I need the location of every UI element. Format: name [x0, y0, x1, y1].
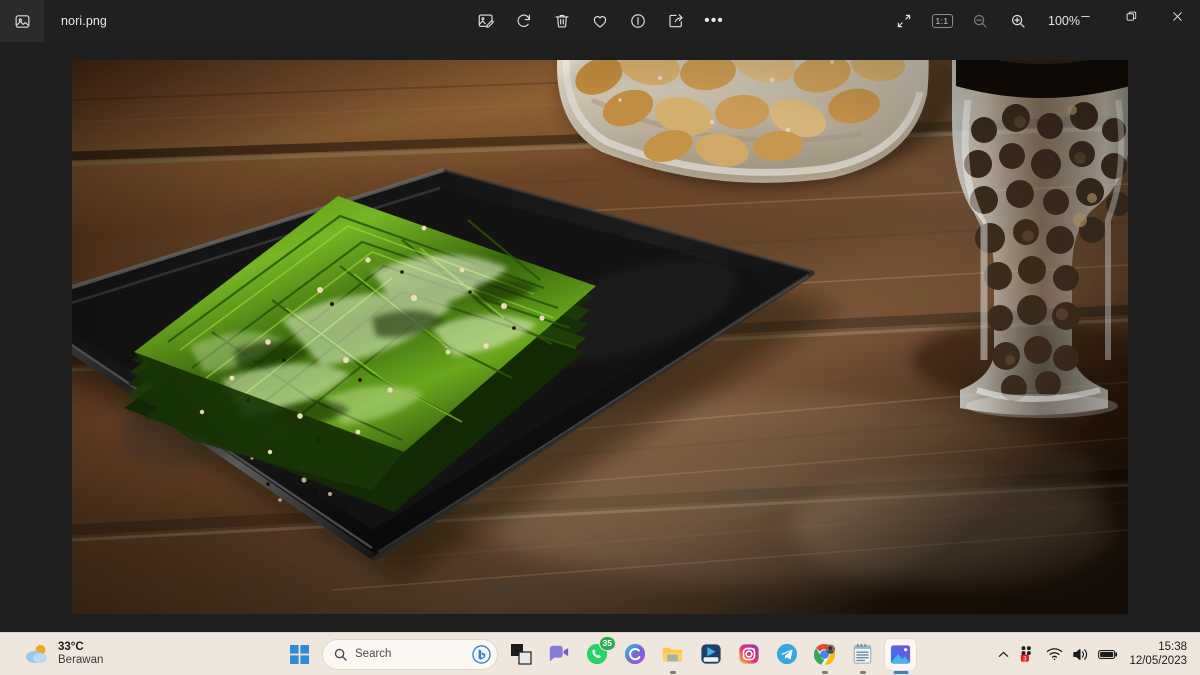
chevron-up-icon: [999, 651, 1009, 657]
favorite-button[interactable]: [582, 5, 618, 37]
sidebar-item-chat[interactable]: [543, 639, 574, 670]
more-options-glyph: •••: [704, 12, 724, 29]
whatsapp-badge: 35: [598, 635, 616, 651]
fullscreen-button[interactable]: [886, 5, 922, 37]
delete-button[interactable]: [544, 5, 580, 37]
search-icon: [334, 648, 347, 661]
copilot-icon: [624, 643, 645, 665]
media-player-icon: [700, 644, 721, 664]
photos-icon: [890, 644, 911, 664]
sidebar-item-movies[interactable]: [695, 639, 726, 670]
window-controls: [1062, 0, 1200, 42]
bing-chat-icon: [472, 644, 491, 664]
actual-size-label: 1:1: [931, 14, 953, 28]
search-input[interactable]: Search: [322, 638, 498, 670]
close-button[interactable]: [1154, 0, 1200, 32]
windows-logo-icon: [290, 644, 309, 664]
image-viewport[interactable]: [0, 42, 1200, 632]
taskbar: 33°C Berawan Search 35 3 15:38 12/05/202…: [0, 632, 1200, 675]
sidebar-item-notepad[interactable]: [847, 639, 878, 670]
dots-grid-icon: 3: [1021, 646, 1032, 662]
photos-app-icon: [0, 0, 44, 42]
instagram-icon: [738, 644, 759, 664]
rotate-button[interactable]: [506, 5, 542, 37]
widgets-icon: [510, 644, 532, 665]
telegram-icon: [776, 643, 797, 665]
wifi-icon[interactable]: [1046, 647, 1063, 661]
battery-icon[interactable]: [1098, 648, 1118, 661]
photos-app-window: nori.png ••• 1:1 100%: [0, 0, 1200, 632]
show-hidden-icons-button[interactable]: [997, 648, 1010, 661]
volume-icon[interactable]: [1072, 647, 1089, 662]
search-placeholder: Search: [355, 648, 392, 660]
sidebar-item-copilot[interactable]: [619, 639, 650, 670]
info-button[interactable]: [620, 5, 656, 37]
folder-icon: [662, 647, 683, 662]
edit-image-button[interactable]: [468, 5, 504, 37]
zoom-out-button[interactable]: [962, 5, 998, 37]
zoom-in-button[interactable]: [1000, 5, 1036, 37]
clock[interactable]: 15:38 12/05/2023: [1129, 640, 1187, 668]
view-tools: 1:1 100%: [886, 0, 1084, 42]
tray-notification-icon[interactable]: 3: [1019, 645, 1037, 663]
photo-image[interactable]: [72, 60, 1128, 614]
chrome-icon: [813, 643, 836, 665]
file-name-title: nori.png: [61, 14, 107, 28]
minimize-button[interactable]: [1062, 0, 1108, 32]
sidebar-item-photos[interactable]: [885, 638, 916, 670]
sidebar-item-chrome[interactable]: [809, 639, 840, 670]
sidebar-item-widgets[interactable]: [505, 639, 536, 670]
share-button[interactable]: [658, 5, 694, 37]
system-tray: 3 15:38 12/05/2023: [997, 633, 1200, 675]
start-button[interactable]: [284, 639, 315, 670]
maximize-button[interactable]: [1108, 0, 1154, 32]
notepad-icon: [853, 643, 872, 664]
clock-date: 12/05/2023: [1129, 655, 1187, 667]
tray-badge-count: 3: [1024, 655, 1028, 662]
sidebar-item-telegram[interactable]: [771, 639, 802, 670]
sidebar-item-whatsapp[interactable]: 35: [581, 635, 616, 670]
clock-time: 15:38: [1158, 641, 1187, 653]
chat-video-icon: [549, 645, 568, 662]
sidebar-item-instagram[interactable]: [733, 639, 764, 670]
sidebar-item-file-explorer[interactable]: [657, 639, 688, 670]
more-options-button[interactable]: •••: [696, 5, 732, 37]
actual-size-button[interactable]: 1:1: [924, 5, 960, 37]
